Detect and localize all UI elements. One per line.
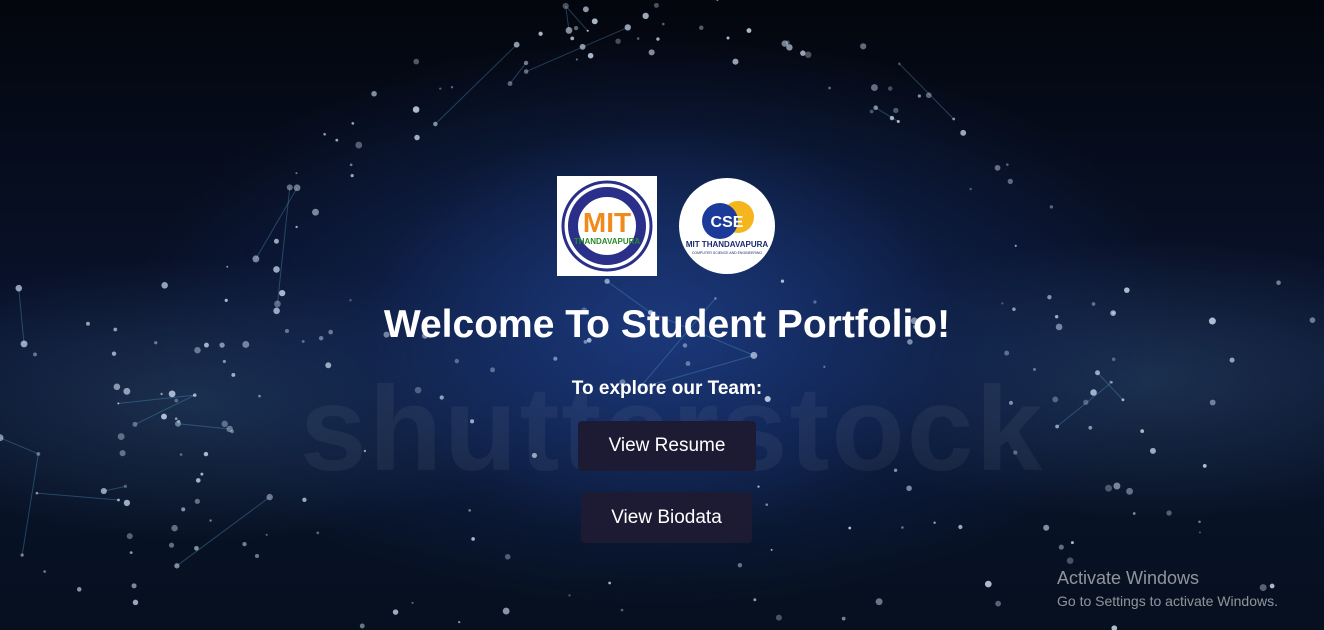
activate-windows-notice: Activate Windows Go to Settings to activ… — [1057, 568, 1278, 609]
view-resume-button[interactable]: View Resume — [578, 421, 756, 471]
view-biodata-button[interactable]: View Biodata — [581, 492, 752, 543]
activate-title: Activate Windows — [1057, 568, 1200, 588]
svg-text:MIT THANDAVAPURA: MIT THANDAVAPURA — [686, 240, 769, 249]
svg-text:MIT: MIT — [583, 207, 631, 238]
svg-text:CSE: CSE — [711, 214, 744, 231]
explore-label: To explore our Team: — [571, 378, 763, 399]
svg-text:THANDAVAPURA: THANDAVAPURA — [574, 237, 641, 246]
svg-text:COMPUTER SCIENCE AND ENGINEERI: COMPUTER SCIENCE AND ENGINEERING — [692, 251, 762, 255]
page-title: Welcome To Student Portfolio! — [383, 303, 951, 346]
logos: MIT THANDAVAPURA CSE MIT THANDAVAPURA CO… — [557, 176, 775, 276]
activate-message: Go to Settings to activate Windows. — [1057, 593, 1278, 609]
cse-logo: CSE MIT THANDAVAPURA COMPUTER SCIENCE AN… — [679, 178, 775, 274]
mit-logo: MIT THANDAVAPURA — [557, 176, 657, 276]
